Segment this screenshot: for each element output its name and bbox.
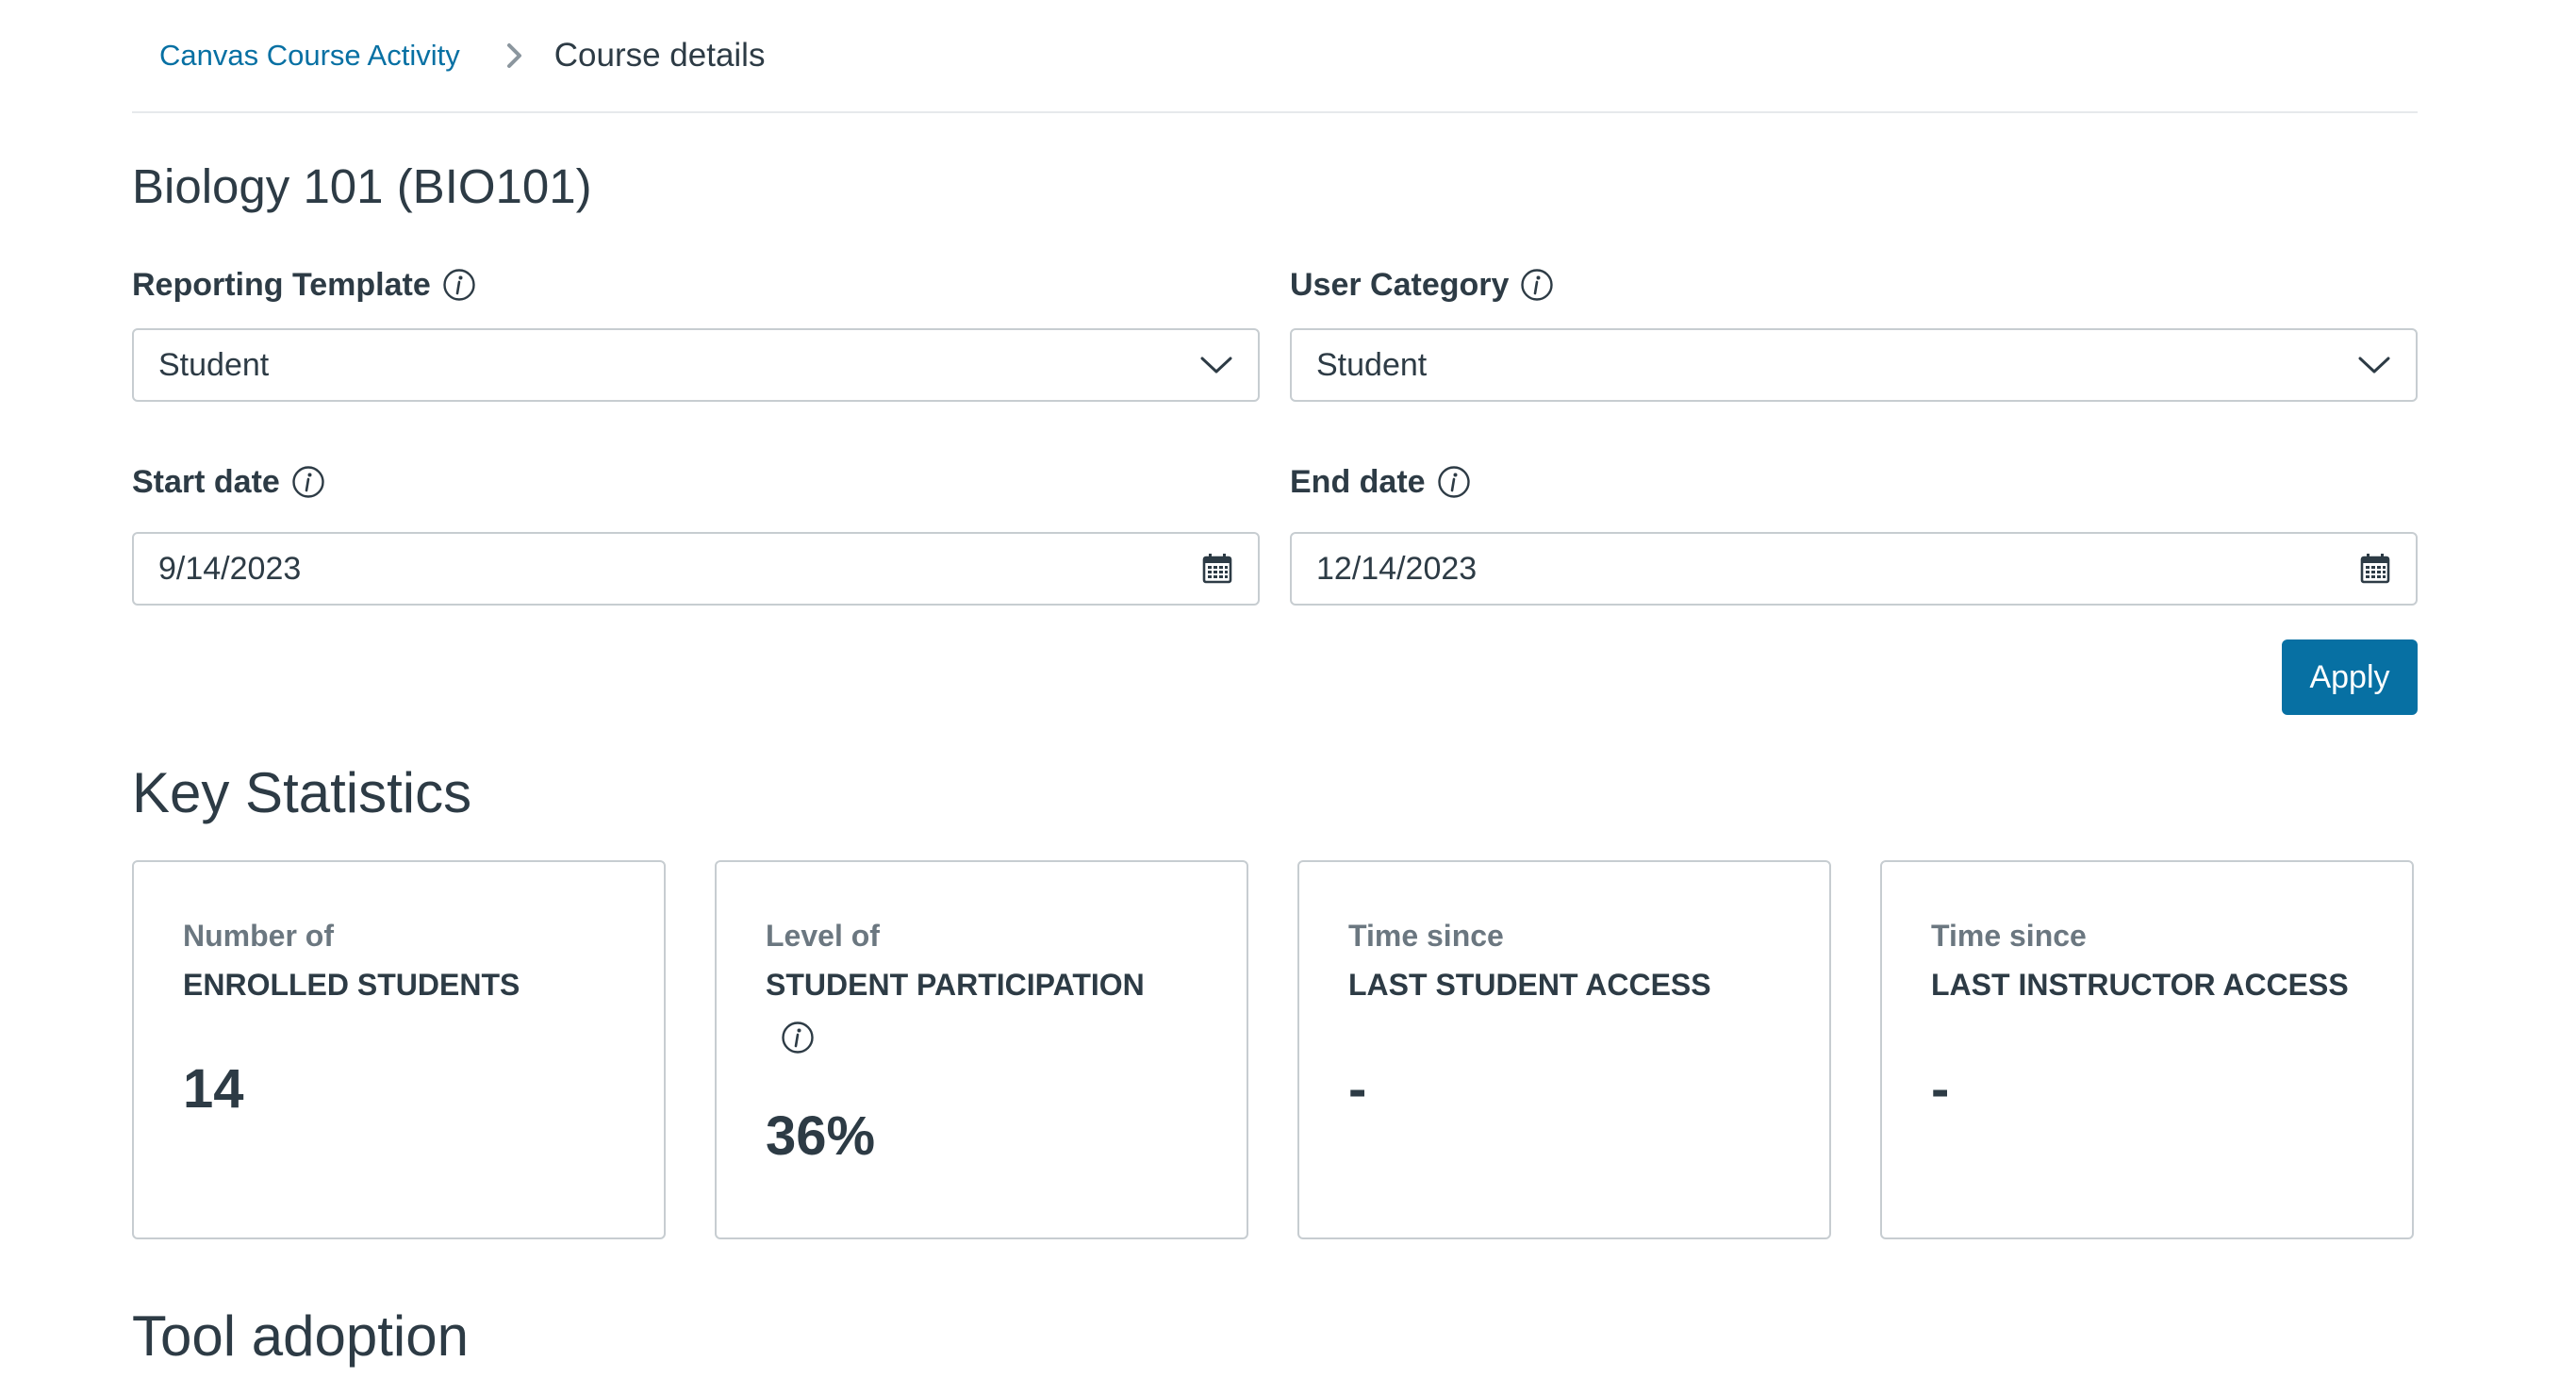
apply-row: Apply <box>132 639 2418 716</box>
end-date-field: End date 12/14/2023 <box>1290 460 2418 606</box>
stat-card-last-student-access: Time since LAST STUDENT ACCESS - <box>1297 860 1831 1240</box>
stat-card-value: - <box>1931 1058 1950 1121</box>
key-statistics-cards: Number of ENROLLED STUDENTS 14 Level of … <box>132 860 2418 1240</box>
page-container: Canvas Course Activity Course details Bi… <box>132 0 2418 1368</box>
user-category-value: Student <box>1316 346 1428 383</box>
start-date-input[interactable]: 9/14/2023 <box>132 532 1260 606</box>
stat-card-enrolled-students: Number of ENROLLED STUDENTS 14 <box>132 860 666 1240</box>
reporting-template-label: Reporting Template <box>132 264 1260 306</box>
stat-card-pre: Number of <box>183 919 334 954</box>
calendar-icon[interactable] <box>2359 553 2391 585</box>
user-category-label-text: User Category <box>1290 266 1510 303</box>
chevron-down-icon <box>2357 355 2391 375</box>
stat-card-main: LAST INSTRUCTOR ACCESS <box>1931 968 2349 1003</box>
chevron-down-icon <box>1199 355 1233 375</box>
start-date-value: 9/14/2023 <box>158 550 302 587</box>
end-date-input[interactable]: 12/14/2023 <box>1290 532 2418 606</box>
info-icon[interactable] <box>1437 465 1471 499</box>
breadcrumb-current: Course details <box>553 37 766 74</box>
tool-adoption-title: Tool adoption <box>132 1304 469 1369</box>
stat-card-pre: Level of <box>766 919 880 954</box>
calendar-icon[interactable] <box>1201 553 1233 585</box>
stat-card-main: LAST STUDENT ACCESS <box>1348 968 1711 1003</box>
stat-card-value: 14 <box>183 1058 244 1121</box>
breadcrumb: Canvas Course Activity Course details <box>132 0 2418 113</box>
info-icon[interactable] <box>781 1021 815 1055</box>
key-statistics-title: Key Statistics <box>132 761 472 825</box>
user-category-field: User Category Student <box>1290 264 2418 403</box>
stat-card-main: ENROLLED STUDENTS <box>183 968 520 1003</box>
stat-card-pre: Time since <box>1931 919 2087 954</box>
start-date-label: Start date <box>132 460 1260 504</box>
stat-card-value: - <box>1348 1058 1367 1121</box>
info-icon[interactable] <box>291 465 325 499</box>
stat-card-student-participation: Level of STUDENT PARTICIPATION 36% <box>715 860 1248 1240</box>
user-category-select[interactable]: Student <box>1290 328 2418 403</box>
reporting-template-select[interactable]: Student <box>132 328 1260 403</box>
start-date-label-text: Start date <box>132 463 280 500</box>
filter-form: Reporting Template Student User Category <box>132 264 2418 606</box>
page-title: Biology 101 (BIO101) <box>132 159 592 213</box>
end-date-value: 12/14/2023 <box>1316 550 1478 587</box>
breadcrumb-link-canvas-course-activity[interactable]: Canvas Course Activity <box>159 39 460 73</box>
stat-card-last-instructor-access: Time since LAST INSTRUCTOR ACCESS - <box>1880 860 2414 1240</box>
start-date-field: Start date 9/14/2023 <box>132 460 1260 606</box>
stat-card-value: 36% <box>766 1105 876 1168</box>
end-date-label: End date <box>1290 460 2418 504</box>
info-icon[interactable] <box>1520 268 1554 302</box>
user-category-label: User Category <box>1290 264 2418 306</box>
end-date-label-text: End date <box>1290 463 1426 500</box>
reporting-template-field: Reporting Template Student <box>132 264 1260 403</box>
info-icon[interactable] <box>442 268 476 302</box>
stat-card-main: STUDENT PARTICIPATION <box>766 968 1145 1003</box>
apply-button[interactable]: Apply <box>2282 639 2418 716</box>
stat-card-pre: Time since <box>1348 919 1504 954</box>
reporting-template-value: Student <box>158 346 270 383</box>
chevron-right-icon <box>504 42 526 70</box>
reporting-template-label-text: Reporting Template <box>132 266 431 303</box>
